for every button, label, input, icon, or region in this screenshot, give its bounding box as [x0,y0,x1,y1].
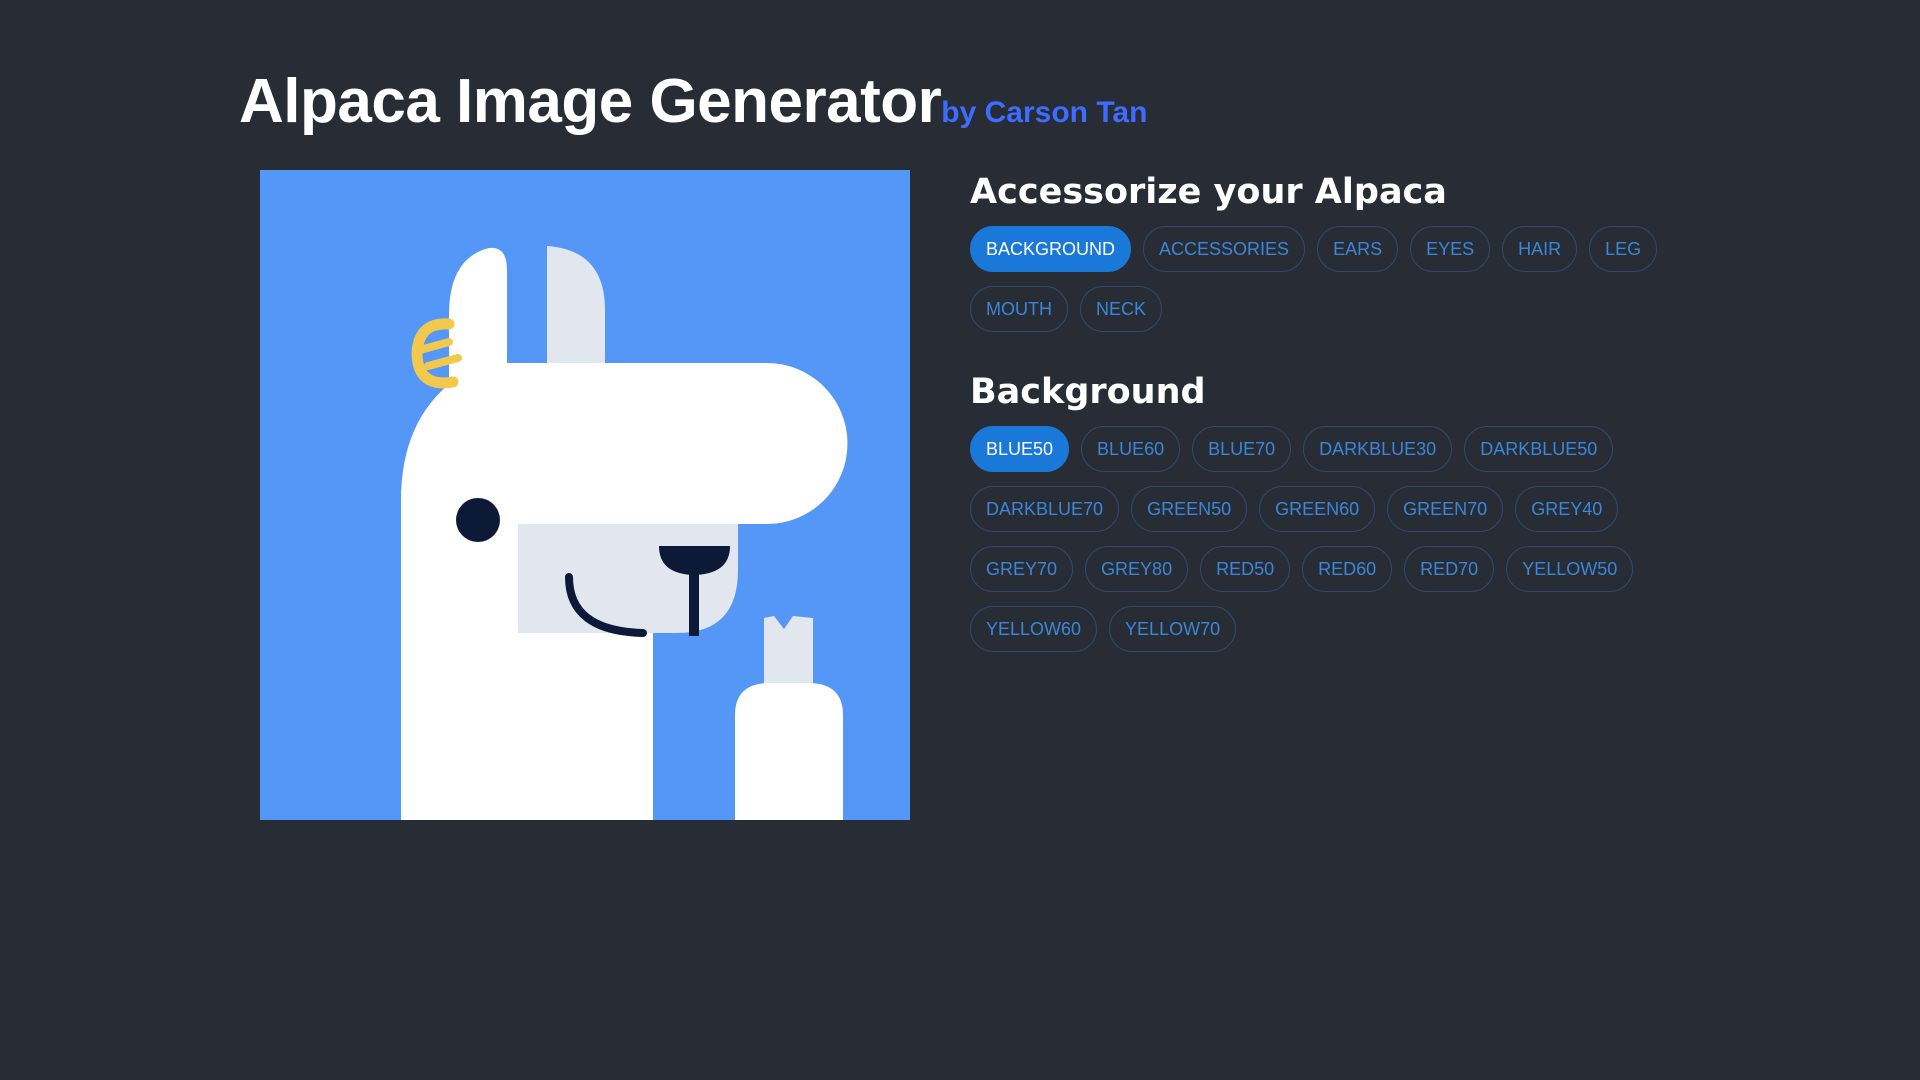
background-green60-button[interactable]: GREEN60 [1259,486,1376,532]
page-title: Alpaca Image Generator [239,67,942,136]
background-darkblue70-button[interactable]: DARKBLUE70 [970,486,1120,532]
eye [456,498,500,542]
background-red50-button[interactable]: RED50 [1200,546,1291,592]
background-red60-button[interactable]: RED60 [1302,546,1393,592]
background-grey40-button[interactable]: GREY40 [1515,486,1619,532]
background-red70-button[interactable]: RED70 [1404,546,1495,592]
background-grey70-button[interactable]: GREY70 [970,546,1074,592]
background-options: BLUE50 BLUE60 BLUE70 DARKBLUE30 DARKBLUE50 DA… [970,426,1690,652]
accessorize-mouth-button[interactable]: MOUTH [970,286,1068,332]
alpaca-muzzle [518,524,738,633]
leg [735,683,843,820]
background-darkblue30-button[interactable]: DARKBLUE30 [1303,426,1453,472]
accessorize-ears-button[interactable]: EARS [1317,226,1399,272]
background-yellow70-button[interactable]: YELLOW70 [1109,606,1237,652]
background-grey80-button[interactable]: GREY80 [1085,546,1189,592]
alpaca-preview [260,170,910,820]
background-green70-button[interactable]: GREEN70 [1387,486,1504,532]
accessorize-eyes-button[interactable]: EYES [1410,226,1491,272]
background-yellow50-button[interactable]: YELLOW50 [1506,546,1634,592]
accessorize-options: BACKGROUND ACCESSORIES EARS EYES HAIR LEG MOUT… [970,226,1690,332]
background-title: Background [970,372,1206,412]
background-yellow60-button[interactable]: YELLOW60 [970,606,1098,652]
background-blue60-button[interactable]: BLUE60 [1081,426,1181,472]
alpaca-head [401,363,848,524]
author-credit: by Carson Tan [941,96,1148,129]
background-darkblue50-button[interactable]: DARKBLUE50 [1464,426,1614,472]
alpaca-image [260,170,910,820]
accessorize-neck-button[interactable]: NECK [1080,286,1163,332]
header: Alpaca Image Generatorby Carson Tan [239,66,1147,137]
accessorize-hair-button[interactable]: HAIR [1502,226,1578,272]
accessorize-accessories-button[interactable]: ACCESSORIES [1143,226,1306,272]
customization-panel: Accessorize your Alpaca BACKGROUND ACCESS… [970,170,1690,652]
accessorize-leg-button[interactable]: LEG [1589,226,1658,272]
background-blue50-button[interactable]: BLUE50 [970,426,1070,472]
background-blue70-button[interactable]: BLUE70 [1192,426,1292,472]
nose-line [689,570,699,636]
accessorize-background-button[interactable]: BACKGROUND [970,226,1132,272]
background-green50-button[interactable]: GREEN50 [1131,486,1248,532]
accessorize-title: Accessorize your Alpaca [970,172,1447,212]
